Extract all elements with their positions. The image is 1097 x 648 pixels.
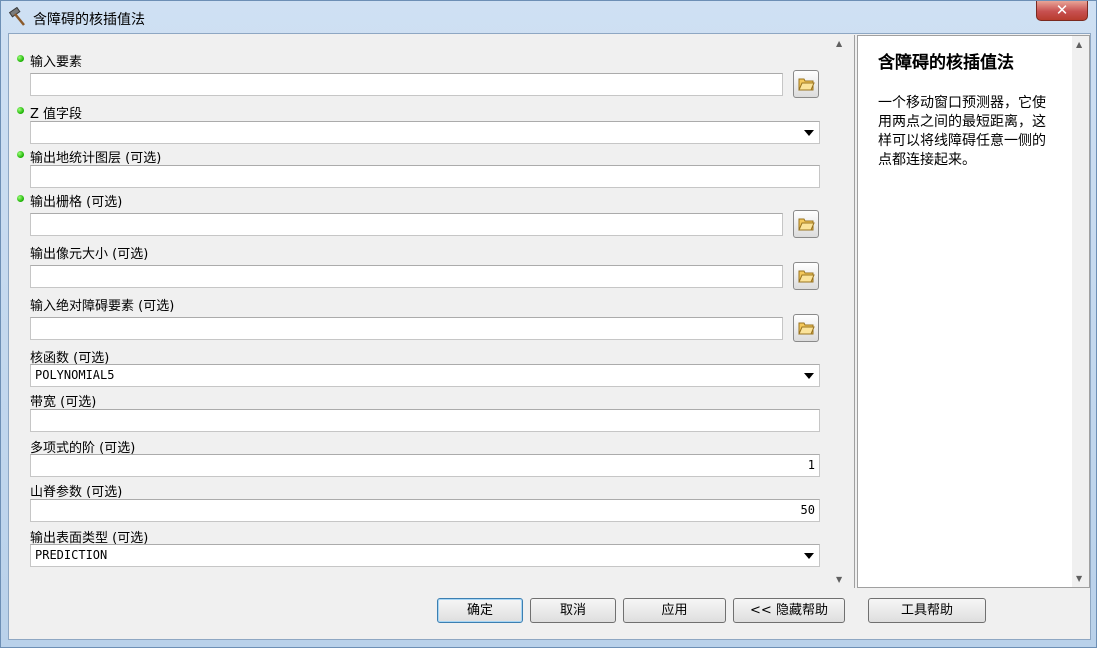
output-raster-label: 输出栅格 (可选) (30, 195, 123, 210)
scroll-down-icon[interactable]: ▼ (836, 575, 842, 584)
required-indicator-icon (17, 151, 24, 158)
bandwidth-label: 带宽 (可选) (30, 395, 97, 410)
output-raster-field[interactable] (30, 213, 783, 236)
output-surface-type-select[interactable]: PREDICTION (30, 544, 820, 567)
hammer-icon (7, 6, 27, 27)
required-indicator-icon (17, 55, 24, 62)
open-folder-icon (798, 322, 815, 335)
browse-output-raster-button[interactable] (793, 210, 819, 238)
open-folder-icon (798, 270, 815, 283)
output-surface-type-value: PREDICTION (35, 548, 108, 562)
help-description: 一个移动窗口预测器，它使用两点之间的最短距离，这样可以将线障碍任意一侧的点都连接… (878, 95, 1046, 168)
window-title: 含障碍的核插值法 (33, 12, 145, 28)
open-folder-icon (798, 78, 815, 91)
required-indicator-icon (17, 195, 24, 202)
scroll-up-icon[interactable]: ▲ (1076, 40, 1082, 49)
ridge-parameter-field[interactable]: 50 (30, 499, 820, 522)
close-button[interactable]: ✕ (1036, 1, 1088, 21)
required-indicator-icon (17, 107, 24, 114)
chevron-down-icon (804, 373, 814, 379)
hide-help-button[interactable]: << 隐藏帮助 (733, 598, 845, 623)
barrier-features-label: 输入绝对障碍要素 (可选) (30, 299, 175, 314)
chevron-down-icon (804, 553, 814, 559)
browse-input-features-button[interactable] (793, 70, 819, 98)
dialog-client-area: 输入要素 Z 值字段 输出地统计图层 (可选) 输出栅格 (可选) 输出像元大小… (8, 33, 1091, 640)
kernel-function-value: POLYNOMIAL5 (35, 368, 115, 382)
bandwidth-field[interactable] (30, 409, 820, 432)
kernel-function-select[interactable]: POLYNOMIAL5 (30, 364, 820, 387)
parameters-panel: 输入要素 Z 值字段 输出地统计图层 (可选) 输出栅格 (可选) 输出像元大小… (10, 35, 855, 588)
barrier-features-field[interactable] (30, 317, 783, 340)
open-folder-icon (798, 218, 815, 231)
help-panel: 含障碍的核插值法 一个移动窗口预测器，它使用两点之间的最短距离，这样可以将线障碍… (857, 35, 1090, 588)
help-scrollbar[interactable]: ▲ ▼ (1072, 36, 1089, 587)
input-features-label: 输入要素 (30, 55, 83, 70)
tool-help-button[interactable]: 工具帮助 (868, 598, 986, 623)
chevron-down-icon (804, 130, 814, 136)
cancel-button[interactable]: 取消 (530, 598, 616, 623)
output-geostat-layer-label: 输出地统计图层 (可选) (30, 151, 162, 166)
ok-button[interactable]: 确定 (437, 598, 523, 623)
output-geostat-layer-field[interactable] (30, 165, 820, 188)
cell-size-label: 输出像元大小 (可选) (30, 247, 149, 262)
browse-barrier-features-button[interactable] (793, 314, 819, 342)
parameters-scrollbar[interactable]: ▲ ▼ (832, 35, 849, 588)
polynomial-order-field[interactable]: 1 (30, 454, 820, 477)
help-title: 含障碍的核插值法 (878, 53, 1014, 73)
input-features-field[interactable] (30, 73, 783, 96)
close-icon: ✕ (1055, 1, 1069, 19)
z-field-label: Z 值字段 (30, 107, 83, 122)
title-bar: 含障碍的核插值法 ✕ (1, 1, 1096, 33)
apply-button[interactable]: 应用 (623, 598, 726, 623)
z-field-select[interactable] (30, 121, 820, 144)
scroll-down-icon[interactable]: ▼ (1076, 574, 1082, 583)
scroll-up-icon[interactable]: ▲ (836, 39, 842, 48)
dialog-window: 含障碍的核插值法 ✕ 输入要素 Z 值字段 输出地统计图层 (可选) 输出栅格 … (0, 0, 1097, 648)
ridge-parameter-label: 山脊参数 (可选) (30, 485, 123, 500)
browse-cell-size-button[interactable] (793, 262, 819, 290)
cell-size-field[interactable] (30, 265, 783, 288)
